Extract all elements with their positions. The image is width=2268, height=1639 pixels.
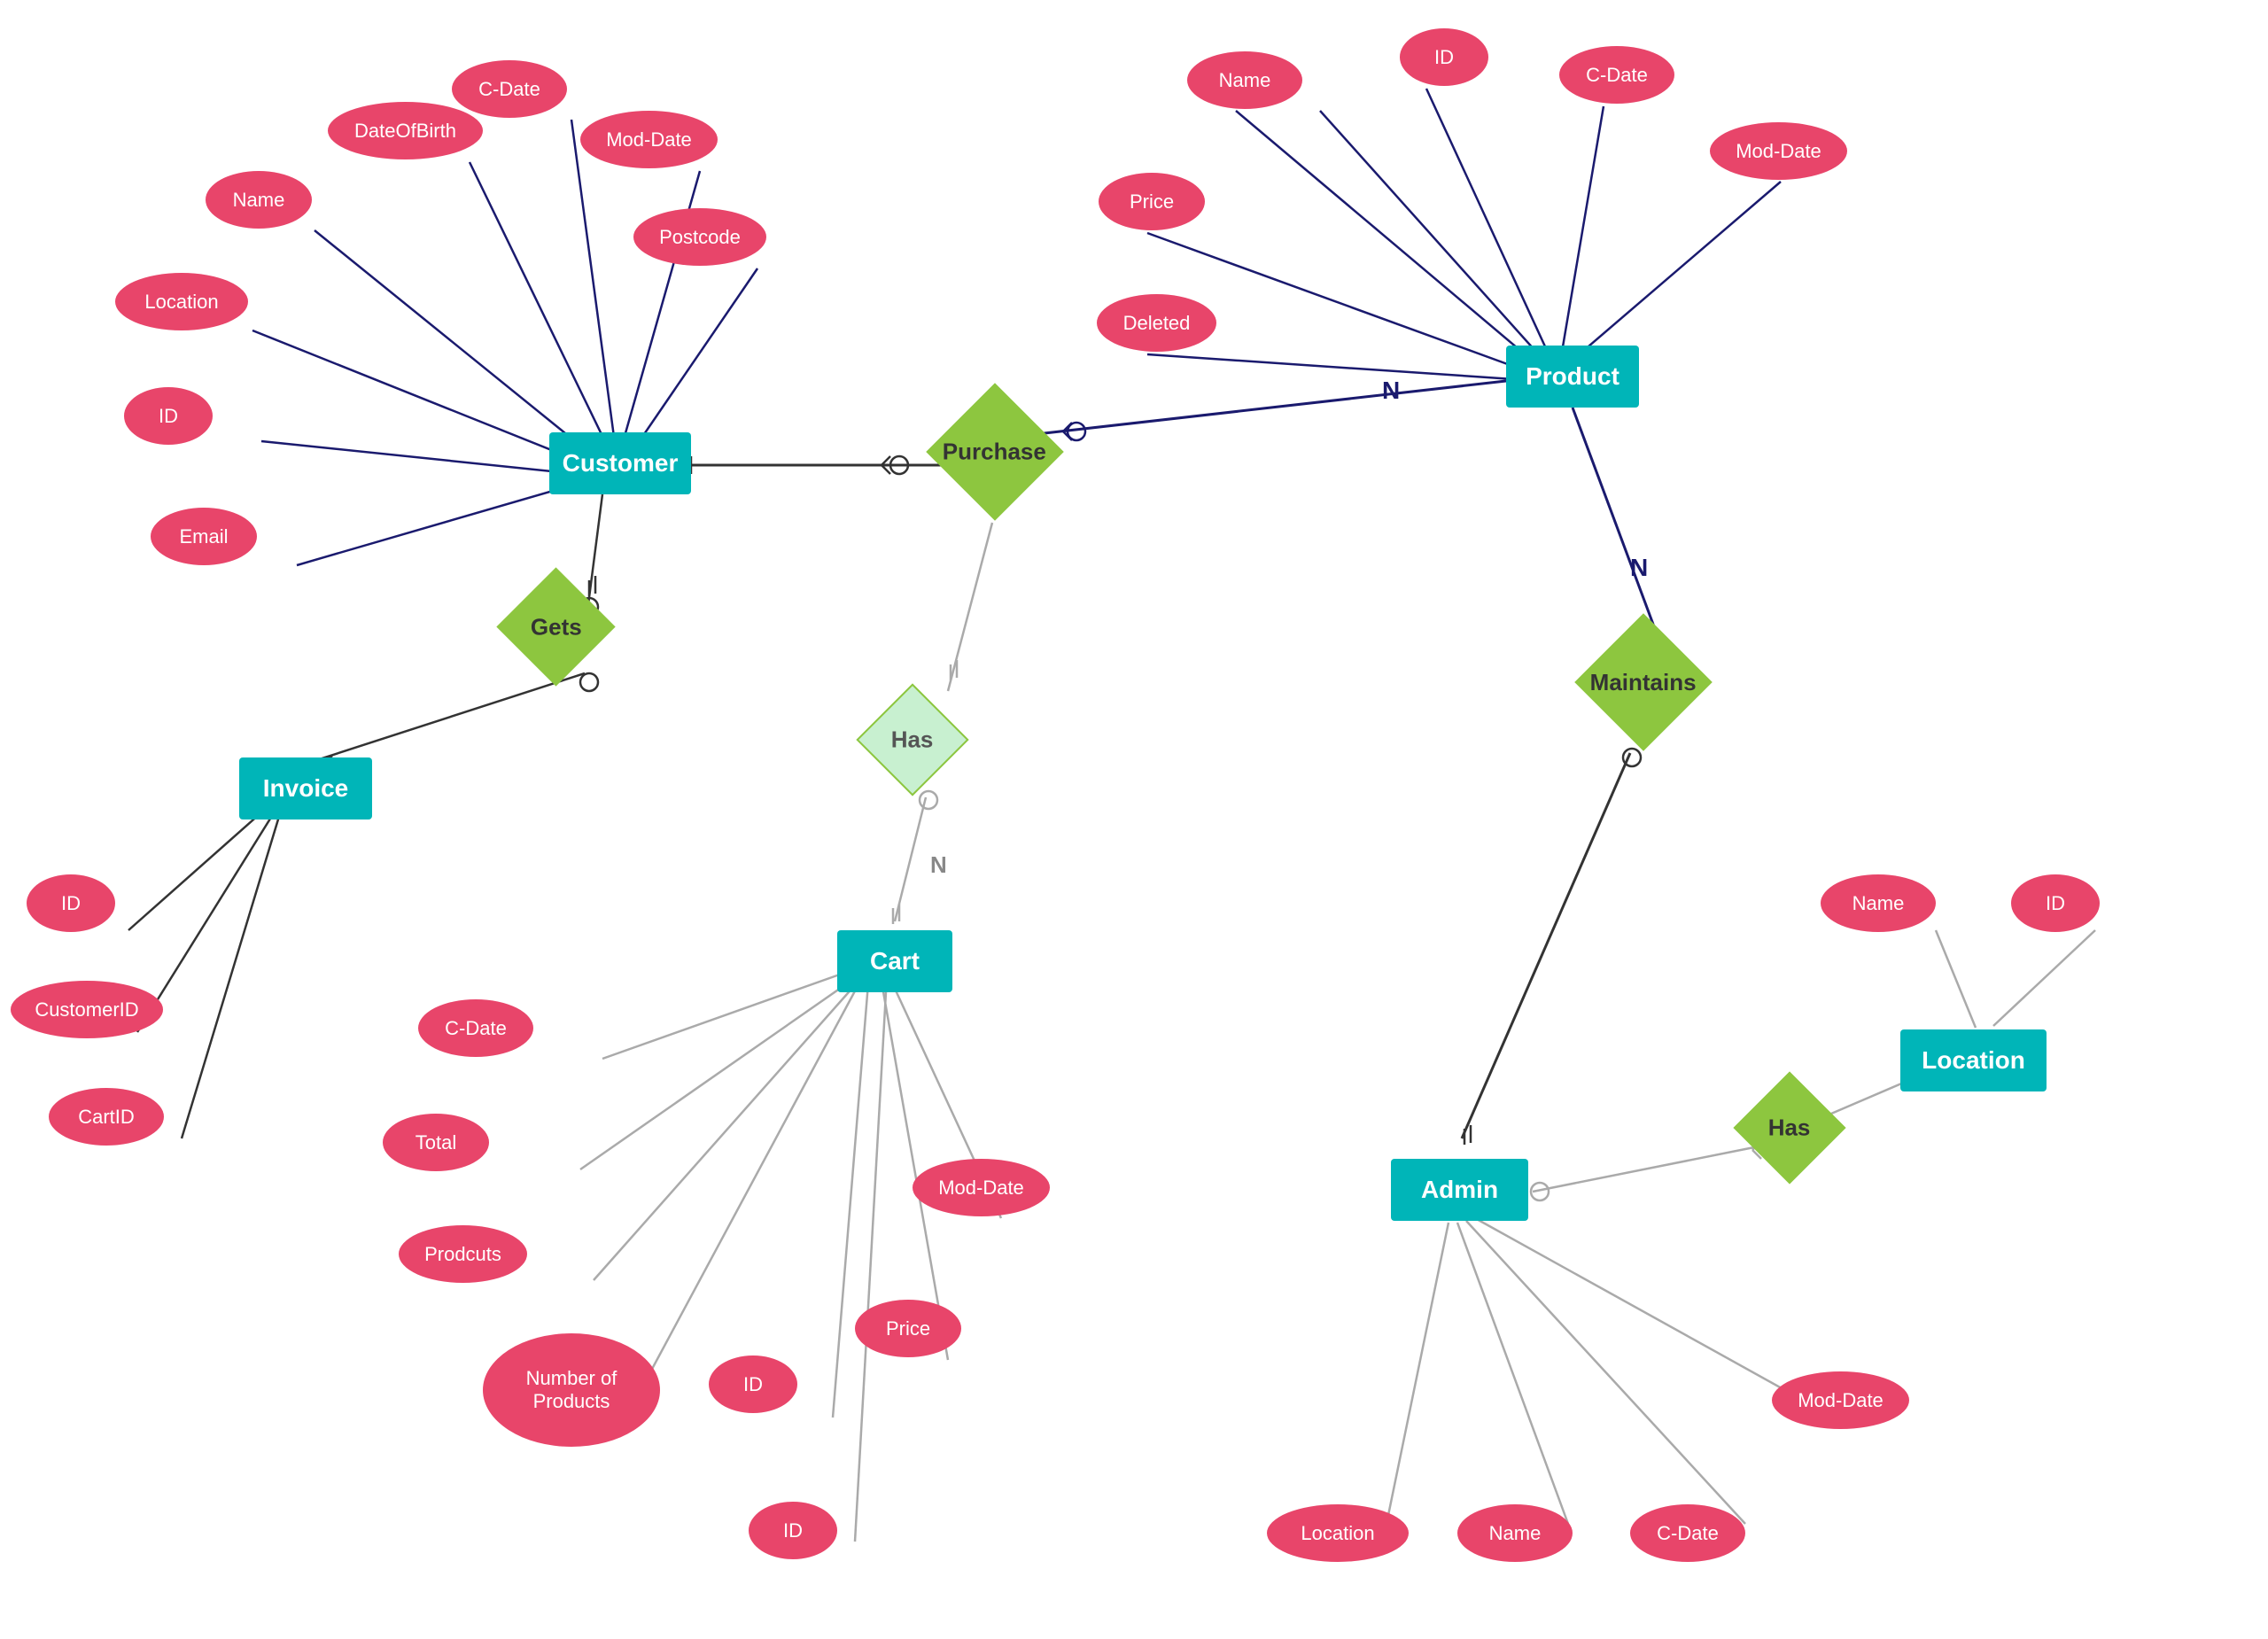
attr-cust-name: Name (206, 171, 312, 229)
svg-text:N: N (1382, 377, 1400, 404)
entity-cart: Cart (837, 930, 952, 992)
entity-cart-label: Cart (870, 947, 920, 975)
attr-inv-cartid: CartID (49, 1088, 164, 1146)
attr-cart-products: Prodcuts (399, 1225, 527, 1283)
attr-prod-price: Price (1099, 173, 1205, 230)
attr-loc-id: ID (2011, 874, 2100, 932)
entity-customer: Customer (549, 432, 691, 494)
attr-cart-numprods: Number of Products (483, 1333, 660, 1447)
entity-admin: Admin (1391, 1159, 1528, 1221)
entity-product: Product (1506, 346, 1639, 408)
attr-cust-loc: Location (115, 273, 248, 330)
entity-location: Location (1900, 1029, 2047, 1091)
attr-cart-total: Total (383, 1114, 489, 1171)
attr-cust-moddate: Mod-Date (580, 111, 718, 168)
rel-maintains-label: Maintains (1590, 669, 1697, 696)
attr-cart-id2: ID (749, 1502, 837, 1559)
attr-inv-id: ID (27, 874, 115, 932)
attr-admin-moddate: Mod-Date (1772, 1371, 1909, 1429)
attr-loc-name: Name (1821, 874, 1936, 932)
rel-has-cart-label: Has (891, 726, 934, 753)
attr-cust-email: Email (151, 508, 257, 565)
attr-prod-name: Name (1187, 51, 1302, 109)
attr-cust-id: ID (124, 387, 213, 445)
rel-has-loc-label: Has (1768, 1114, 1811, 1141)
attr-cust-cdate: C-Date (452, 60, 567, 118)
entity-location-label: Location (1922, 1046, 2025, 1075)
attr-cart-id: ID (709, 1355, 797, 1413)
entity-customer-label: Customer (563, 449, 679, 478)
entity-product-label: Product (1526, 362, 1619, 391)
attr-cust-dob: DateOfBirth (328, 102, 483, 159)
entity-invoice: Invoice (239, 757, 372, 820)
attr-cart-moddate: Mod-Date (913, 1159, 1050, 1216)
rel-purchase-label: Purchase (943, 439, 1046, 466)
entity-admin-label: Admin (1421, 1176, 1498, 1204)
attr-cart-cdate: C-Date (418, 999, 533, 1057)
attr-prod-cdate: C-Date (1559, 46, 1674, 104)
attr-admin-loc: Location (1267, 1504, 1409, 1562)
attr-prod-id: ID (1400, 28, 1488, 86)
attr-admin-cdate: C-Date (1630, 1504, 1745, 1562)
rel-gets-label: Gets (531, 613, 582, 641)
attr-prod-moddate: Mod-Date (1710, 122, 1847, 180)
attr-prod-deleted: Deleted (1097, 294, 1216, 352)
svg-text:N: N (1630, 554, 1648, 581)
entity-invoice-label: Invoice (263, 774, 348, 803)
attr-inv-custid: CustomerID (11, 981, 163, 1038)
svg-text:N: N (930, 851, 947, 878)
attr-cust-postcode: Postcode (633, 208, 766, 266)
attr-admin-name: Name (1457, 1504, 1573, 1562)
attr-cart-price: Price (855, 1300, 961, 1357)
